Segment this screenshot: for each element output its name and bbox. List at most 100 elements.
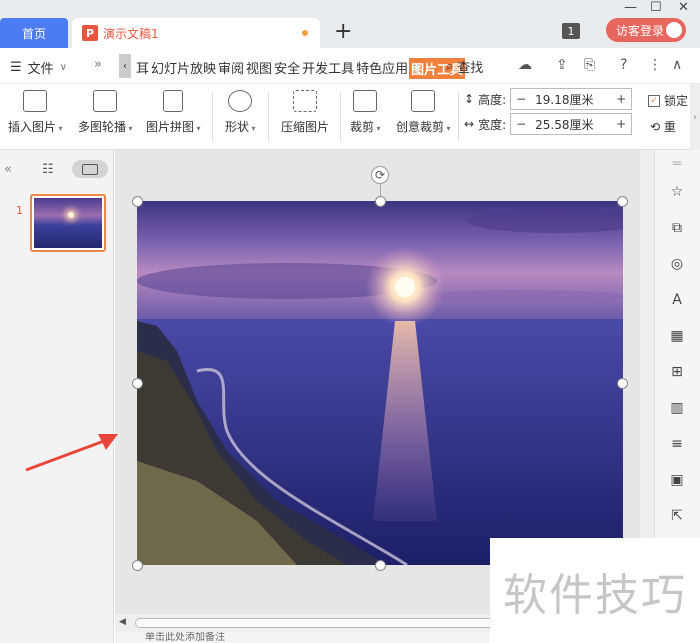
document-tab-label: 演示文稿1 bbox=[103, 26, 159, 41]
help-icon[interactable]: ? bbox=[620, 57, 627, 73]
decrease-width-button[interactable]: − bbox=[511, 117, 531, 131]
resize-handle-bottom[interactable] bbox=[375, 560, 386, 571]
shape-icon bbox=[228, 90, 253, 112]
increase-width-button[interactable]: + bbox=[611, 117, 631, 131]
adjust-icon[interactable]: ≡ bbox=[667, 434, 687, 454]
file-menu[interactable]: ☰ 文件 ∨ bbox=[10, 58, 67, 77]
compress-icon bbox=[293, 90, 317, 112]
star-icon[interactable]: ☆ bbox=[667, 182, 687, 202]
reset-size-button[interactable]: ⟲ 重 bbox=[650, 118, 676, 135]
new-tab-button[interactable]: + bbox=[334, 20, 352, 44]
insert-image-label: 插入图片 bbox=[8, 118, 63, 135]
multi-carousel-label: 多图轮播 bbox=[78, 118, 133, 135]
height-label: 高度: bbox=[478, 92, 507, 107]
avatar bbox=[666, 22, 682, 38]
tab-features[interactable]: 特色应用 bbox=[355, 58, 409, 79]
decrease-height-button[interactable]: − bbox=[511, 92, 531, 106]
crop-button[interactable]: 裁剪 bbox=[350, 90, 381, 135]
minimize-icon[interactable]: — bbox=[624, 0, 637, 15]
guest-login-button[interactable]: 访客登录 bbox=[606, 18, 686, 42]
tab-security[interactable]: 安全 bbox=[273, 58, 301, 79]
slide-thumbnail-image bbox=[34, 198, 102, 248]
increase-height-button[interactable]: + bbox=[611, 92, 631, 106]
sunset-coast-photo bbox=[137, 201, 623, 565]
cloud-sync-icon[interactable]: ☁ bbox=[518, 57, 532, 73]
multi-carousel-button[interactable]: 多图轮播 bbox=[78, 90, 133, 135]
watermark: 软件技巧 bbox=[490, 538, 700, 643]
collapse-ribbon-icon[interactable]: ∧ bbox=[672, 57, 682, 73]
collapse-panel-icon[interactable]: « bbox=[4, 162, 12, 177]
layers-icon[interactable]: ⧉ bbox=[667, 218, 687, 238]
rotate-handle[interactable]: ⟳ bbox=[371, 166, 389, 184]
shape-button[interactable]: 形状 bbox=[225, 90, 256, 135]
guest-login-label: 访客登录 bbox=[616, 23, 665, 38]
export-icon[interactable]: ⎘ bbox=[584, 57, 595, 73]
resize-handle-left[interactable] bbox=[132, 378, 143, 389]
crop-icon bbox=[353, 90, 378, 112]
resize-handle-top-right[interactable] bbox=[617, 196, 628, 207]
image-icon bbox=[23, 90, 48, 112]
table-icon[interactable]: ▦ bbox=[667, 326, 687, 346]
creative-crop-button[interactable]: 创意裁剪 bbox=[396, 90, 451, 135]
image-collage-label: 图片拼图 bbox=[146, 118, 201, 135]
search-icon: ⌕ bbox=[446, 59, 454, 74]
page-count-badge[interactable]: 1 bbox=[562, 23, 580, 39]
width-value[interactable]: 25.58厘米 bbox=[531, 116, 611, 133]
shapes-icon[interactable]: ◎ bbox=[667, 254, 687, 274]
thumbnail-view-toggle[interactable] bbox=[72, 160, 108, 178]
file-menu-label: 文件 bbox=[27, 62, 54, 77]
divider bbox=[212, 92, 213, 142]
height-field[interactable]: − 19.18厘米 + bbox=[510, 88, 633, 110]
scroll-left-button[interactable]: ‹ bbox=[119, 54, 131, 78]
lock-ratio-checkbox[interactable]: ✓ 锁定 bbox=[648, 92, 688, 109]
height-row: ↕ 高度: − 19.18厘米 + bbox=[464, 88, 633, 110]
close-icon[interactable]: ✕ bbox=[678, 0, 689, 15]
title-bar: 首页 P 演示文稿1 + 1 访客登录 — ☐ ✕ bbox=[0, 0, 700, 48]
slide-panel: « ☷ 1 bbox=[0, 150, 114, 643]
reset-label: 重 bbox=[663, 120, 676, 134]
width-row: ↔ 宽度: − 25.58厘米 + bbox=[464, 113, 633, 135]
share-icon[interactable]: ⇪ bbox=[556, 57, 568, 73]
picture-icon[interactable]: ▣ bbox=[667, 470, 687, 490]
share-out-icon[interactable]: ⇱ bbox=[667, 506, 687, 526]
panel-grip-icon: ═ bbox=[672, 156, 682, 172]
scroll-left-icon[interactable]: ◀ bbox=[119, 617, 126, 627]
tab-home[interactable]: 首页 bbox=[0, 18, 68, 48]
insert-image-button[interactable]: 插入图片 bbox=[8, 90, 63, 135]
grid-icon[interactable]: ⊞ bbox=[667, 362, 687, 382]
slide-thumbnail[interactable] bbox=[30, 194, 106, 252]
outline-view-icon[interactable]: ☷ bbox=[42, 162, 54, 177]
carousel-icon bbox=[93, 90, 118, 112]
maximize-icon[interactable]: ☐ bbox=[650, 0, 662, 15]
find-label: 查找 bbox=[457, 61, 484, 76]
width-field[interactable]: − 25.58厘米 + bbox=[510, 113, 633, 135]
scrollbar-thumb[interactable] bbox=[135, 618, 515, 628]
tab-prefix[interactable]: 耳 bbox=[135, 58, 150, 79]
find-button[interactable]: ⌕ 查找 bbox=[446, 57, 483, 76]
tab-document[interactable]: P 演示文稿1 bbox=[72, 18, 320, 48]
selected-picture[interactable] bbox=[137, 201, 623, 565]
slide-number: 1 bbox=[16, 204, 23, 217]
crop-label: 裁剪 bbox=[350, 118, 381, 135]
tab-developer[interactable]: 开发工具 bbox=[301, 58, 355, 79]
chart-icon[interactable]: ▥ bbox=[667, 398, 687, 418]
resize-handle-top-left[interactable] bbox=[132, 196, 143, 207]
tab-review[interactable]: 审阅 bbox=[217, 58, 245, 79]
ribbon-scroll-right-button[interactable]: › bbox=[690, 84, 700, 150]
reset-icon: ⟲ bbox=[650, 120, 661, 134]
resize-handle-right[interactable] bbox=[617, 378, 628, 389]
divider bbox=[268, 92, 269, 142]
compress-image-button[interactable]: 压缩图片 bbox=[281, 90, 329, 135]
resize-handle-top[interactable] bbox=[375, 196, 386, 207]
tab-view[interactable]: 视图 bbox=[245, 58, 273, 79]
more-icon[interactable]: ⋮ bbox=[648, 57, 662, 73]
creative-crop-icon bbox=[411, 90, 436, 112]
width-icon: ↔ bbox=[464, 117, 475, 131]
resize-handle-bottom-left[interactable] bbox=[132, 560, 143, 571]
more-tabs-button[interactable]: » bbox=[94, 57, 102, 72]
height-value[interactable]: 19.18厘米 bbox=[531, 91, 611, 108]
tab-slideshow[interactable]: 幻灯片放映 bbox=[150, 58, 217, 79]
image-collage-button[interactable]: 图片拼图 bbox=[146, 90, 201, 135]
divider bbox=[458, 92, 459, 142]
text-style-icon[interactable]: A bbox=[667, 290, 687, 310]
